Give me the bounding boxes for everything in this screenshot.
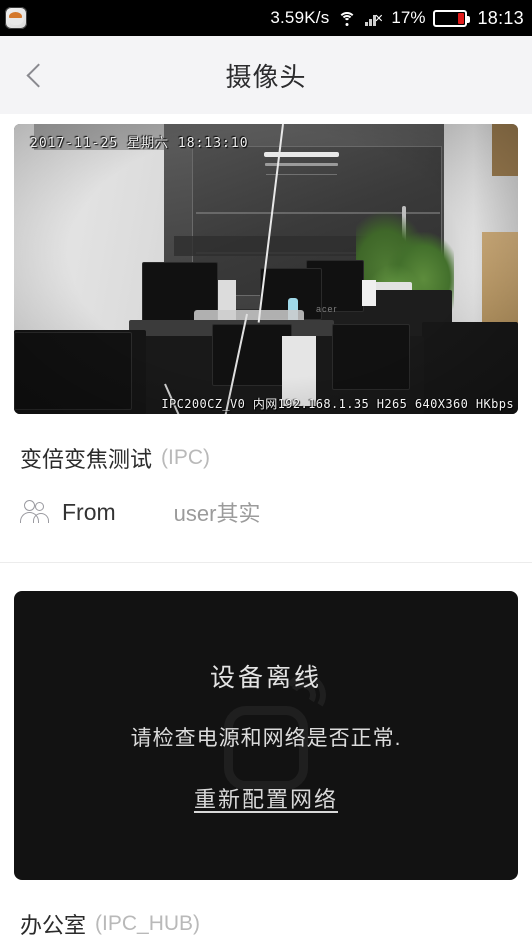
camera-device-name-row[interactable]: 变倍变焦测试 (IPC)	[0, 434, 532, 482]
offline-title: 设备离线	[209, 663, 322, 692]
osd-timestamp: 2017-11-25 星期六 18:13:10	[30, 136, 249, 151]
reconfigure-network-link[interactable]: 重新配置网络	[194, 782, 338, 814]
offline-message-stack: 设备离线 请检查电源和网络是否正常. 重新配置网络	[14, 591, 518, 880]
nav-bar: 摄像头	[0, 36, 532, 114]
camera-shared-from-row: From user其实	[0, 488, 532, 536]
network-speed-label: 3.59K/s	[270, 8, 330, 27]
battery-low-icon	[433, 9, 471, 27]
status-bar: 3.59K/s ✕ 17% 18:13	[0, 0, 532, 36]
signal-no-service-icon: ✕	[365, 11, 383, 26]
section-divider	[0, 562, 532, 563]
camera-device-name: 变倍变焦测试	[20, 447, 153, 472]
battery-percent-label: 17%	[391, 8, 426, 27]
wifi-icon	[337, 11, 357, 26]
users-icon	[20, 500, 50, 524]
camera-live-preview[interactable]: acer 2017-11-25 星期六 18:13:10 IPC200CZ_V0…	[14, 124, 518, 414]
offline-subtitle: 请检查电源和网络是否正常.	[130, 726, 402, 750]
clock-label: 18:13	[477, 7, 524, 28]
camera-scene-image: acer	[14, 124, 518, 414]
osd-stream-info: IPC200CZ_V0 内网192.168.1.35 H265 640X360 …	[161, 397, 514, 411]
notification-app-icon	[5, 7, 27, 29]
status-bar-left	[0, 7, 27, 29]
status-bar-right: 3.59K/s ✕ 17% 18:13	[270, 8, 532, 29]
hub-device-name: 办公室	[20, 913, 87, 938]
phone-screen: 3.59K/s ✕ 17% 18:13 摄像头 2017-11-25 星期六 1…	[0, 0, 532, 952]
page-title: 摄像头	[225, 61, 307, 92]
from-user-value: user其实	[173, 501, 261, 526]
hub-device-name-row[interactable]: 办公室 (IPC_HUB)	[0, 900, 532, 948]
hub-device-tag: (IPC_HUB)	[95, 912, 201, 935]
from-label: From	[62, 498, 116, 525]
content-scroll-area: acer 2017-11-25 星期六 18:13:10 IPC200CZ_V0…	[0, 114, 532, 952]
camera-device-tag: (IPC)	[161, 446, 211, 469]
device-offline-panel[interactable]: 设备离线 请检查电源和网络是否正常. 重新配置网络	[14, 591, 518, 880]
